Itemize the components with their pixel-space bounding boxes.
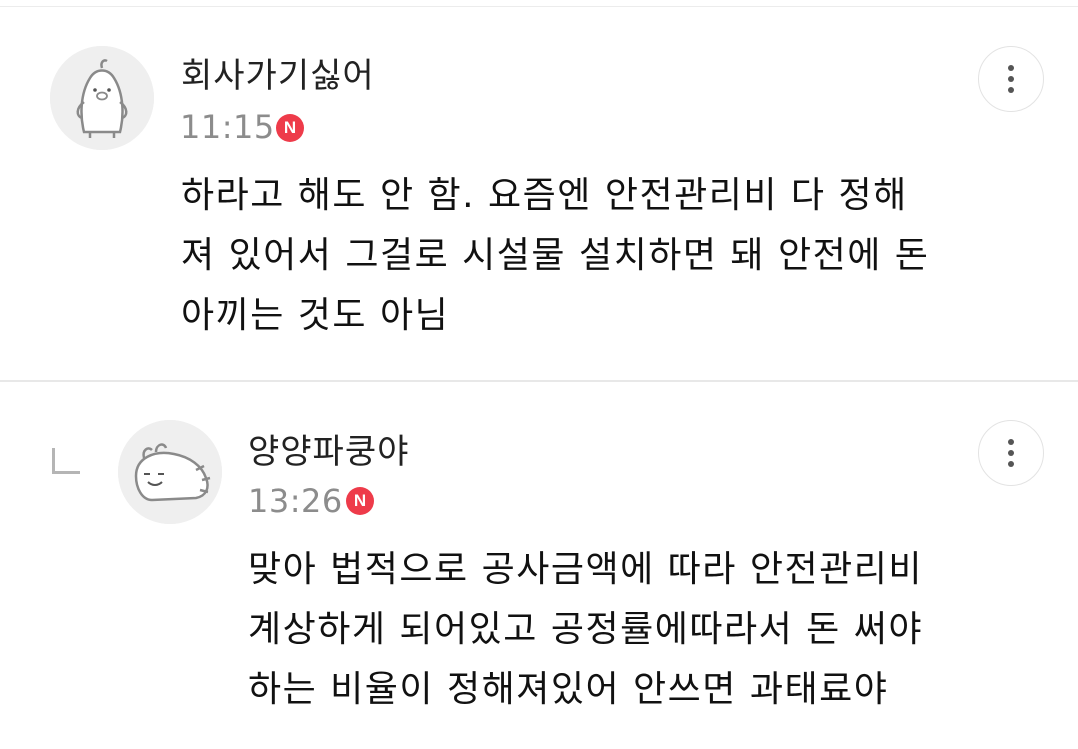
- comment-body-line: 계상하게 되어있고 공정률에따라서 돈 써야: [248, 609, 923, 650]
- more-options-button[interactable]: [978, 46, 1044, 112]
- reply-arrow-icon: [52, 448, 80, 474]
- more-options-button[interactable]: [978, 420, 1044, 486]
- comment-body-line: 져 있어서 그걸로 시설물 설치하면 돼 안전에 돈: [181, 235, 930, 276]
- comment-author[interactable]: 양양파쿵야: [248, 432, 409, 472]
- new-badge: N: [276, 114, 304, 142]
- more-vertical-icon: [1008, 65, 1014, 93]
- comment-thread: 회사가기싫어 11:15 N 하라고 해도 안 함. 요즘엔 안전관리비 다 정…: [0, 0, 1078, 749]
- divider: [0, 380, 1078, 382]
- new-badge: N: [346, 487, 374, 515]
- comment-body-line: 하라고 해도 안 함. 요즘엔 안전관리비 다 정해: [181, 175, 908, 216]
- divider: [0, 6, 1078, 7]
- penguin-avatar-icon[interactable]: [50, 46, 154, 150]
- comment-body-line: 맞아 법적으로 공사금액에 따라 안전관리비: [248, 549, 923, 590]
- comment-body-line: 하는 비율이 정해져있어 안쓰면 과태료야: [248, 669, 889, 710]
- comment-timestamp: 13:26: [248, 482, 343, 520]
- comment-author[interactable]: 회사가기싫어: [181, 56, 375, 96]
- comment-body: 하라고 해도 안 함. 요즘엔 안전관리비 다 정해 져 있어서 그걸로 시설물…: [181, 166, 929, 346]
- comment-body: 맞아 법적으로 공사금액에 따라 안전관리비 계상하게 되어있고 공정률에따라서…: [248, 540, 923, 720]
- more-vertical-icon: [1008, 439, 1014, 467]
- comment-body-line: 아끼는 것도 아님: [181, 295, 450, 336]
- comment-timestamp: 11:15: [180, 108, 275, 146]
- onion-creature-avatar-icon[interactable]: [118, 420, 222, 524]
